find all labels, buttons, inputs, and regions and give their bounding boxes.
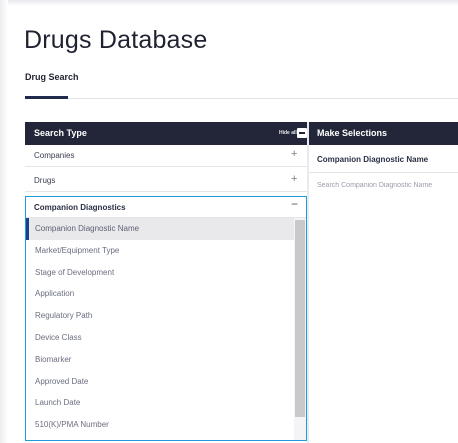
section-label: Companion Diagnostics: [34, 203, 126, 212]
list-item[interactable]: Market/Equipment Type: [26, 240, 294, 262]
hide-all-label[interactable]: Hide all: [279, 130, 297, 136]
section-label: Companies: [34, 151, 75, 160]
search-type-title: Search Type: [34, 128, 87, 138]
search-input[interactable]: [317, 179, 458, 192]
field-label: Companion Diagnostic Name: [317, 155, 429, 164]
list-item[interactable]: Approved Date: [26, 371, 294, 393]
window-shadow-left: [0, 0, 8, 443]
expand-icon[interactable]: +: [291, 148, 297, 160]
section-companion-diagnostics: Companion Diagnostics − Companion Diagno…: [25, 196, 307, 441]
field-list: Companion Diagnostic Name Market/Equipme…: [26, 218, 294, 436]
tabs-divider: [25, 98, 458, 99]
scrollbar-thumb[interactable]: [295, 220, 305, 417]
section-label: Drugs: [34, 176, 56, 185]
collapse-icon[interactable]: −: [291, 197, 298, 211]
section-header[interactable]: Companion Diagnostics −: [26, 197, 306, 218]
list-item[interactable]: Companion Diagnostic Name: [26, 218, 294, 240]
app-window: Drugs Database Drug Search Search Type H…: [0, 0, 458, 443]
list-item[interactable]: Launch Date: [26, 392, 294, 414]
tab-drug-search[interactable]: Drug Search: [25, 72, 79, 82]
page-title: Drugs Database: [24, 26, 208, 54]
list-item[interactable]: 510(K)/PMA Number: [26, 414, 294, 436]
list-item[interactable]: Stage of Development: [26, 262, 294, 284]
section-drugs[interactable]: Drugs +: [25, 170, 307, 192]
search-type-header: Search Type Hide all: [25, 122, 307, 145]
field-header: Companion Diagnostic Name: [309, 145, 458, 173]
expand-icon[interactable]: +: [291, 173, 297, 185]
list-item[interactable]: Device Class: [26, 327, 294, 349]
make-selections-header: Make Selections: [309, 122, 458, 145]
list-item[interactable]: Regulatory Path: [26, 305, 294, 327]
scrollbar[interactable]: [294, 218, 306, 440]
collapse-all-button[interactable]: [297, 128, 307, 138]
make-selections-title: Make Selections: [317, 128, 388, 138]
list-item[interactable]: Biomarker: [26, 349, 294, 371]
window-shadow: [0, 0, 458, 6]
section-companies[interactable]: Companies +: [25, 145, 307, 167]
list-item[interactable]: Application: [26, 283, 294, 305]
search-field-container: [309, 174, 458, 196]
active-tab-indicator: [25, 96, 68, 99]
